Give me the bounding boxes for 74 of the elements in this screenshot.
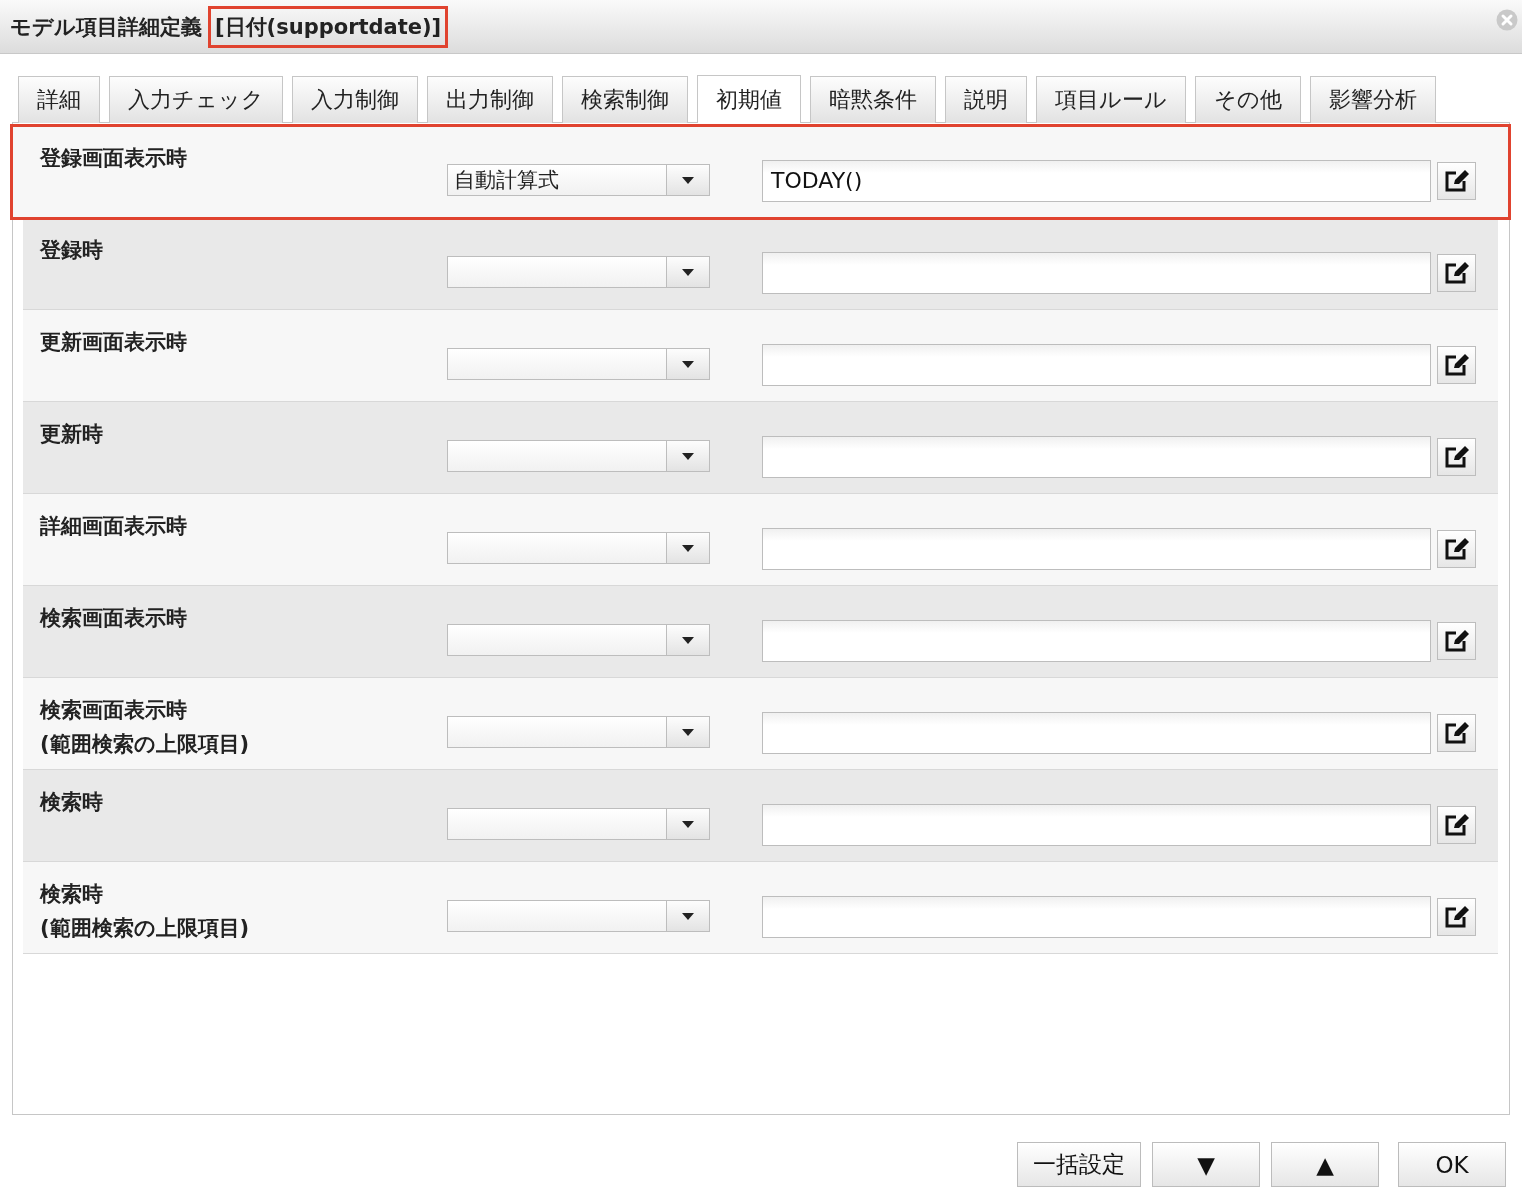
formula-field[interactable] [762, 804, 1431, 846]
formula-field[interactable]: TODAY() [762, 160, 1431, 202]
footer-button[interactable]: ▼ [1152, 1142, 1260, 1187]
tab[interactable]: 入力制御 [292, 76, 418, 123]
caret-icon [682, 360, 694, 368]
edit-button[interactable] [1437, 898, 1476, 936]
formula-field[interactable] [762, 252, 1431, 294]
row-label: 更新時 [40, 421, 104, 448]
edit-icon [1443, 353, 1470, 377]
edit-button[interactable] [1437, 254, 1476, 292]
type-dropdown[interactable] [447, 348, 710, 380]
field-name-title: [日付(supportdate)] [208, 5, 449, 48]
row-note: (範囲検索の上限項目) [40, 731, 251, 758]
edit-button[interactable] [1437, 714, 1476, 752]
type-dropdown[interactable] [447, 624, 710, 656]
tab[interactable]: 初期値 [697, 75, 801, 123]
row-label: 登録時 [40, 237, 104, 264]
type-dropdown[interactable] [447, 716, 710, 748]
tab[interactable]: 説明 [945, 76, 1027, 123]
edit-icon [1443, 445, 1470, 469]
tab[interactable]: 出力制御 [427, 76, 553, 123]
formula-field[interactable] [762, 712, 1431, 754]
edit-icon [1443, 537, 1470, 561]
edit-icon [1443, 813, 1470, 837]
type-dropdown[interactable] [447, 808, 710, 840]
row-label: 登録画面表示時 [40, 145, 188, 172]
row-label: 詳細画面表示時 [40, 513, 188, 540]
row-label: 検索画面表示時 [40, 605, 188, 632]
edit-button[interactable] [1437, 530, 1476, 568]
footer-button[interactable]: OK [1398, 1142, 1506, 1187]
edit-button[interactable] [1437, 806, 1476, 844]
tab[interactable]: 詳細 [18, 76, 100, 123]
formula-field[interactable] [762, 436, 1431, 478]
footer-button[interactable]: 一括設定 [1017, 1142, 1141, 1187]
edit-button[interactable] [1437, 438, 1476, 476]
row-label: 更新画面表示時 [40, 329, 188, 356]
caret-icon [682, 912, 694, 920]
caret-icon [682, 820, 694, 828]
tab[interactable]: 暗黙条件 [810, 76, 936, 123]
edit-icon [1443, 721, 1470, 745]
edit-button[interactable] [1437, 346, 1476, 384]
caret-icon [682, 636, 694, 644]
edit-icon [1443, 261, 1470, 285]
edit-icon [1443, 629, 1470, 653]
footer-button[interactable]: ▲ [1271, 1142, 1379, 1187]
edit-icon [1443, 905, 1470, 929]
caret-icon [682, 544, 694, 552]
type-dropdown[interactable] [447, 440, 710, 472]
tab[interactable]: 影響分析 [1310, 76, 1436, 123]
row-label: 検索時 [40, 789, 104, 816]
row-note: (範囲検索の上限項目) [40, 915, 251, 942]
type-dropdown[interactable] [447, 256, 710, 288]
type-dropdown[interactable] [447, 532, 710, 564]
type-dropdown[interactable]: 自動計算式 [447, 164, 710, 196]
caret-icon [682, 728, 694, 736]
formula-field[interactable] [762, 896, 1431, 938]
edit-icon [1443, 169, 1470, 193]
row-label: 検索時 [40, 881, 104, 908]
row-label: 検索画面表示時 [40, 697, 188, 724]
formula-field[interactable] [762, 620, 1431, 662]
dialog-title: モデル項目詳細定義 [10, 13, 202, 41]
type-dropdown[interactable] [447, 900, 710, 932]
tab[interactable]: その他 [1195, 76, 1301, 123]
formula-field[interactable] [762, 344, 1431, 386]
caret-icon [682, 452, 694, 460]
tab[interactable]: 検索制御 [562, 76, 688, 123]
tab[interactable]: 入力チェック [109, 76, 283, 123]
edit-button[interactable] [1437, 162, 1476, 200]
caret-icon [682, 268, 694, 276]
formula-field[interactable] [762, 528, 1431, 570]
caret-icon [682, 176, 694, 184]
close-icon[interactable] [1496, 9, 1518, 31]
edit-button[interactable] [1437, 622, 1476, 660]
tab[interactable]: 項目ルール [1036, 76, 1186, 123]
